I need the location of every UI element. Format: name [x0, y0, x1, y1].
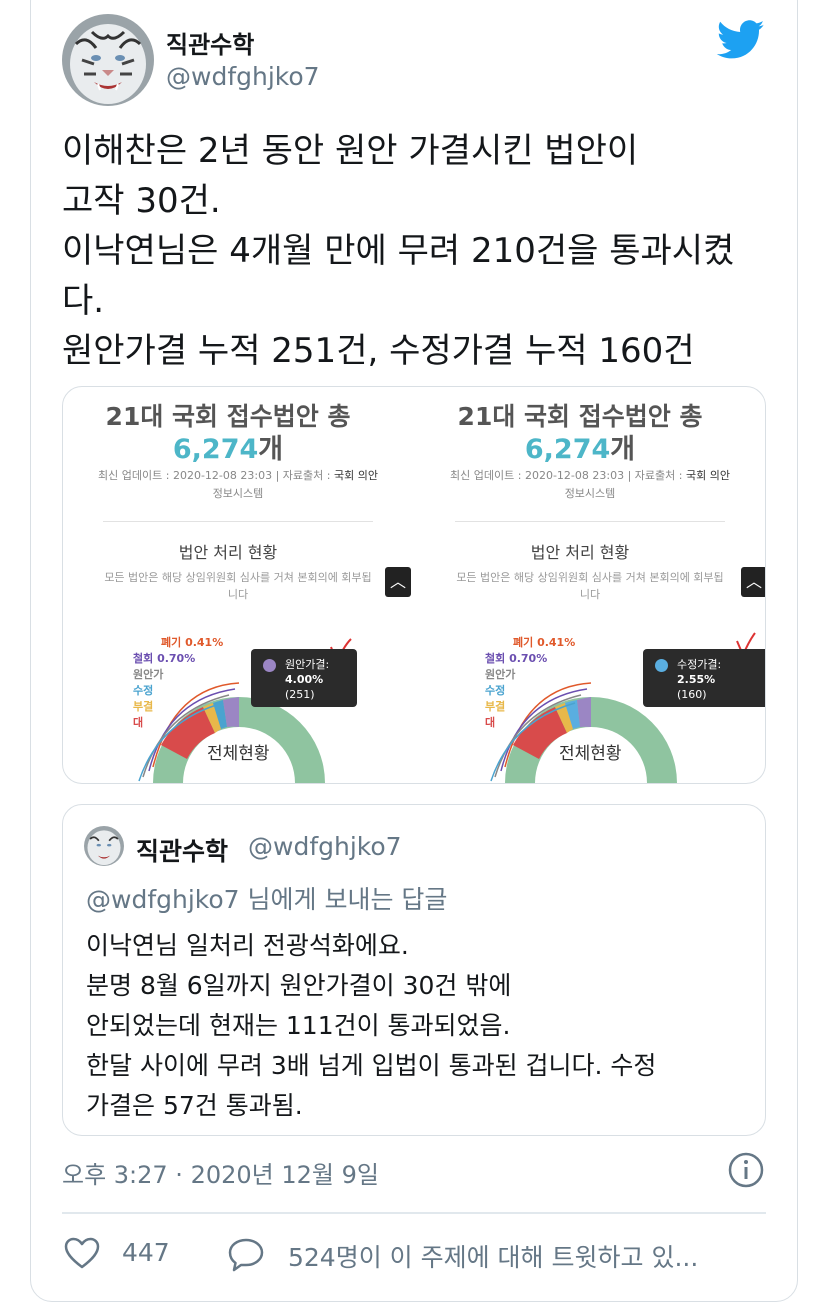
meta-source: 국회 의안: [685, 469, 730, 482]
tweet-line: 다.: [62, 281, 105, 321]
tweet-line: 이해찬은 2년 동안 원안 가결시킨 법안이: [62, 131, 639, 171]
chart-legend: 폐기 0.41% 철회 0.70% 원안가 수정 부결 대: [485, 635, 575, 731]
tweet-line: 원안가결 누적 251건, 수정가결 누적 160건: [62, 331, 695, 371]
tweet-body: 이해찬은 2년 동안 원안 가결시킨 법안이 고작 30건. 이낙연님은 4개월…: [62, 126, 782, 376]
desc-line2: 니다: [227, 588, 249, 601]
meta-prefix: 최신 업데이트 : 2020-12-08 23:03 | 자료출처 :: [98, 469, 334, 482]
chart-tooltip: 원안가결: 4.00% (251): [251, 649, 357, 707]
meta-prefix: 최신 업데이트 : 2020-12-08 23:03 | 자료출처 :: [450, 469, 686, 482]
quoted-author-avatar: [84, 826, 124, 866]
desc-line2: 니다: [579, 588, 601, 601]
info-icon[interactable]: [726, 1150, 766, 1190]
count-number: 6,274: [172, 434, 259, 465]
stats-count: 6,274개: [63, 427, 393, 466]
tweet-media[interactable]: 21대 국회 접수법안 총 6,274개 최신 업데이트 : 2020-12-0…: [62, 386, 766, 784]
divider: [103, 521, 373, 522]
section-subtitle: 법안 처리 현황: [530, 543, 630, 562]
chart-legend: 폐기 0.41% 철회 0.70% 원안가 수정 부결 대: [133, 635, 223, 731]
heart-icon[interactable]: [62, 1234, 102, 1274]
meta-line2: 정보시스템: [212, 487, 264, 500]
donut-center-label: 전체현황: [559, 744, 622, 764]
tweet-line: 이낙연님은 4개월 만에 무려 210건을 통과시켰: [62, 231, 735, 271]
scroll-up-button: ︿: [385, 567, 411, 597]
legend-item: 폐기 0.41%: [161, 636, 224, 649]
quoted-tweet-body: 이낙연님 일처리 전광석화에요. 분명 8월 6일까지 원안가결이 30건 밖에…: [86, 926, 746, 1126]
tooltip-percent: 2.55%: [677, 673, 716, 686]
legend-item: 원안가: [133, 668, 164, 681]
section-description: 모든 법안은 해당 상임위원회 심사를 거쳐 본회의에 회부됩 니다: [93, 569, 383, 603]
replying-to: @wdfghjko7 님에게 보내는 답글: [86, 880, 447, 916]
like-count[interactable]: 447: [122, 1238, 170, 1267]
quoted-author-handle: @wdfghjko7: [248, 832, 402, 861]
conversation-link[interactable]: 524명이 이 주제에 대해 트윗하고 있...: [288, 1238, 698, 1274]
author-handle[interactable]: @wdfghjko7: [166, 62, 320, 91]
author-avatar[interactable]: [62, 14, 154, 106]
count-unit: 개: [610, 434, 636, 465]
legend-item: 철회 0.70%: [133, 652, 196, 665]
quote-line: 안되었는데 현재는 111건이 통과되었음.: [86, 1011, 511, 1040]
legend-item: 철회 0.70%: [485, 652, 548, 665]
legend-item: 대: [133, 716, 144, 729]
tooltip-label: 원안가결:: [285, 658, 330, 671]
author-name[interactable]: 직관수학: [166, 25, 254, 60]
section-subtitle: 법안 처리 현황: [178, 543, 278, 562]
meta-line2: 정보시스템: [564, 487, 616, 500]
section-description: 모든 법안은 해당 상임위원회 심사를 거쳐 본회의에 회부됩 니다: [445, 569, 735, 603]
twitter-bird-icon[interactable]: [716, 20, 766, 60]
quoted-author-name: 직관수학: [136, 837, 229, 866]
quote-line: 분명 8월 6일까지 원안가결이 30건 밖에: [86, 971, 512, 1000]
reply-to-suffix: 님에게 보내는 답글: [239, 885, 448, 914]
legend-item: 수정: [133, 684, 154, 697]
update-meta: 최신 업데이트 : 2020-12-08 23:03 | 자료출처 : 국회 의…: [83, 467, 393, 503]
tooltip-color-dot: [263, 659, 276, 672]
meta-source: 국회 의안: [333, 469, 378, 482]
divider: [455, 521, 725, 522]
tooltip-label: 수정가결:: [677, 658, 722, 671]
chart-tooltip: 수정가결: 2.55% (160): [643, 649, 765, 707]
desc-line1: 모든 법안은 해당 상임위원회 심사를 거쳐 본회의에 회부됩: [456, 571, 724, 584]
quote-line: 가결은 57건 통과됨.: [86, 1091, 303, 1120]
speech-bubble-icon[interactable]: [226, 1234, 266, 1274]
quote-line: 한달 사이에 무려 3배 넘게 입법이 통과된 겁니다. 수정: [86, 1051, 657, 1080]
legend-item: 부결: [485, 700, 506, 713]
tweet-line: 고작 30건.: [62, 181, 221, 221]
tweet-timestamp[interactable]: 오후 3:27 · 2020년 12월 9일: [62, 1155, 379, 1190]
scroll-up-button: ︿: [741, 567, 765, 597]
tooltip-percent: 4.00%: [285, 673, 324, 686]
quote-line: 이낙연님 일처리 전광석화에요.: [86, 931, 409, 960]
count-number: 6,274: [524, 434, 611, 465]
update-meta: 최신 업데이트 : 2020-12-08 23:03 | 자료출처 : 국회 의…: [435, 467, 745, 503]
tooltip-count: (251): [285, 688, 315, 701]
reply-to-handle[interactable]: @wdfghjko7: [86, 885, 240, 914]
stats-count: 6,274개: [415, 427, 745, 466]
donut-center-label: 전체현황: [207, 744, 270, 764]
legend-item: 원안가: [485, 668, 516, 681]
legend-item: 대: [485, 716, 496, 729]
legend-item: 부결: [133, 700, 154, 713]
desc-line1: 모든 법안은 해당 상임위원회 심사를 거쳐 본회의에 회부됩: [104, 571, 372, 584]
count-unit: 개: [258, 434, 284, 465]
footer-divider: [62, 1212, 766, 1214]
legend-item: 폐기 0.41%: [513, 636, 576, 649]
media-image-1[interactable]: 21대 국회 접수법안 총 6,274개 최신 업데이트 : 2020-12-0…: [63, 387, 413, 783]
media-image-2[interactable]: 21대 국회 접수법안 총 6,274개 최신 업데이트 : 2020-12-0…: [415, 387, 765, 783]
tooltip-color-dot: [655, 659, 668, 672]
tooltip-count: (160): [677, 688, 707, 701]
legend-item: 수정: [485, 684, 506, 697]
